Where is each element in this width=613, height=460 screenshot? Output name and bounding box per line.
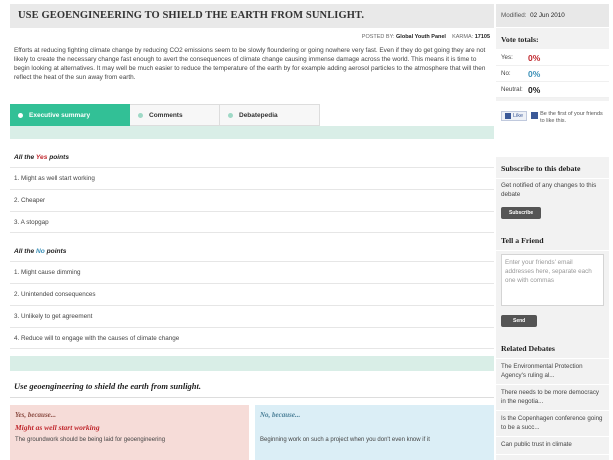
debate-title: USE GEOENGINEERING TO SHIELD THE EARTH F…	[10, 4, 494, 28]
vote-label: Yes:	[501, 54, 513, 61]
modified-date: 02 Jun 2010	[530, 12, 565, 19]
like-label: Like	[513, 113, 524, 119]
yes-point-item[interactable]: 1. Might as well start working	[10, 167, 494, 189]
no-points-heading: All the No points	[10, 233, 494, 261]
heading-suffix: points	[46, 248, 67, 255]
subscribe-button[interactable]: Subscribe	[501, 207, 542, 219]
tab-comments[interactable]: Comments	[130, 104, 220, 126]
author-link[interactable]: Global Youth Panel	[396, 34, 446, 40]
yes-argument-text: The groundwork should be being laid for …	[15, 437, 166, 443]
tab-debatepedia[interactable]: Debatepedia	[220, 104, 320, 126]
no-point-item[interactable]: 4. Reduce will to engage with the causes…	[10, 327, 494, 349]
vote-label: Neutral:	[501, 86, 523, 93]
heading-prefix: All the	[14, 248, 35, 255]
subscribe-heading: Subscribe to this debate	[496, 157, 609, 179]
tab-label: Executive summary	[29, 111, 91, 119]
related-debate-link[interactable]: Is the Copenhagen conference going to be…	[496, 411, 609, 437]
no-argument-column: No, because... Beginning work on such a …	[255, 405, 494, 460]
tab-label: Comments	[149, 111, 183, 119]
tab-executive-summary[interactable]: Executive summary	[10, 104, 130, 126]
vote-row-yes: Yes: 0%	[496, 50, 609, 66]
related-debate-link[interactable]: Can public trust in climate	[496, 437, 609, 455]
vote-totals-heading: Vote totals:	[496, 28, 609, 50]
tell-a-friend-heading: Tell a Friend	[496, 229, 609, 251]
tab-label: Debatepedia	[239, 111, 278, 119]
modified-label: Modified:	[501, 12, 527, 19]
main-content: USE GEOENGINEERING TO SHIELD THE EARTH F…	[10, 4, 494, 460]
debate-intro: Efforts at reducing fighting climate cha…	[14, 47, 486, 81]
facebook-icon	[531, 112, 539, 119]
vote-value: 0%	[528, 68, 541, 79]
debate-subtitle: Use geoengineering to shield the earth f…	[10, 371, 494, 398]
section-divider	[10, 356, 494, 371]
posted-by-line: POSTED BY: Global Youth Panel KARMA: 171…	[10, 28, 494, 46]
send-button[interactable]: Send	[501, 315, 538, 327]
related-debates-heading: Related Debates	[496, 337, 609, 359]
spacer	[496, 149, 609, 157]
thumbs-up-icon	[505, 113, 511, 119]
tab-divider	[10, 126, 494, 139]
no-argument-text: Beginning work on such a project when yo…	[260, 437, 430, 443]
tab-bullet-icon	[138, 112, 143, 118]
no-point-item[interactable]: 1. Might cause dimming	[10, 261, 494, 283]
vote-value: 0%	[528, 52, 541, 63]
modified-line: Modified: 02 Jun 2010	[496, 4, 609, 28]
karma-label: KARMA:	[452, 34, 474, 40]
heading-yes-word: Yes	[35, 154, 48, 161]
no-point-item[interactable]: 3. Unlikely to get agreement	[10, 305, 494, 327]
yes-point-item[interactable]: 3. A stopgap	[10, 211, 494, 233]
debate-tabs: Executive summary Comments Debatepedia	[10, 104, 494, 126]
arguments-columns: Yes, because... Might as well start work…	[10, 405, 494, 460]
heading-no-word: No	[36, 248, 45, 255]
friend-emails-input[interactable]: Enter your friends' email addresses here…	[501, 254, 604, 306]
no-column-heading: No, because...	[260, 411, 301, 419]
yes-argument-column: Yes, because... Might as well start work…	[10, 405, 249, 460]
yes-points-heading: All the Yes points	[10, 139, 494, 167]
subscribe-text: Get notified of any changes to this deba…	[501, 182, 597, 198]
tab-bullet-icon	[18, 112, 23, 118]
heading-suffix: points	[49, 154, 69, 161]
like-button[interactable]: Like	[501, 111, 528, 121]
yes-point-item[interactable]: 2. Cheaper	[10, 189, 494, 211]
karma-value: 17105	[474, 34, 490, 40]
related-debate-link[interactable]: The Environmental Protection Agency's ru…	[496, 359, 609, 385]
related-debate-link[interactable]: There needs to be more democracy in the …	[496, 385, 609, 411]
posted-by-label: POSTED BY:	[361, 34, 395, 40]
facebook-like-widget: Like Be the first of your friends to lik…	[496, 101, 609, 149]
like-prompt-text: Be the first of your friends to like thi…	[540, 111, 603, 124]
like-prompt: Be the first of your friends to like thi…	[531, 111, 604, 124]
vote-label: No:	[501, 70, 511, 77]
sidebar: Modified: 02 Jun 2010 Vote totals: Yes: …	[496, 4, 609, 460]
no-point-item[interactable]: 2. Unintended consequences	[10, 283, 494, 305]
vote-row-no: No: 0%	[496, 66, 609, 82]
tab-bullet-icon	[228, 112, 233, 118]
yes-argument-title[interactable]: Might as well start working	[15, 423, 244, 432]
vote-value: 0%	[528, 84, 541, 95]
yes-column-heading: Yes, because...	[15, 411, 57, 419]
heading-prefix: All the	[14, 154, 35, 161]
vote-row-neutral: Neutral: 0%	[496, 82, 609, 98]
